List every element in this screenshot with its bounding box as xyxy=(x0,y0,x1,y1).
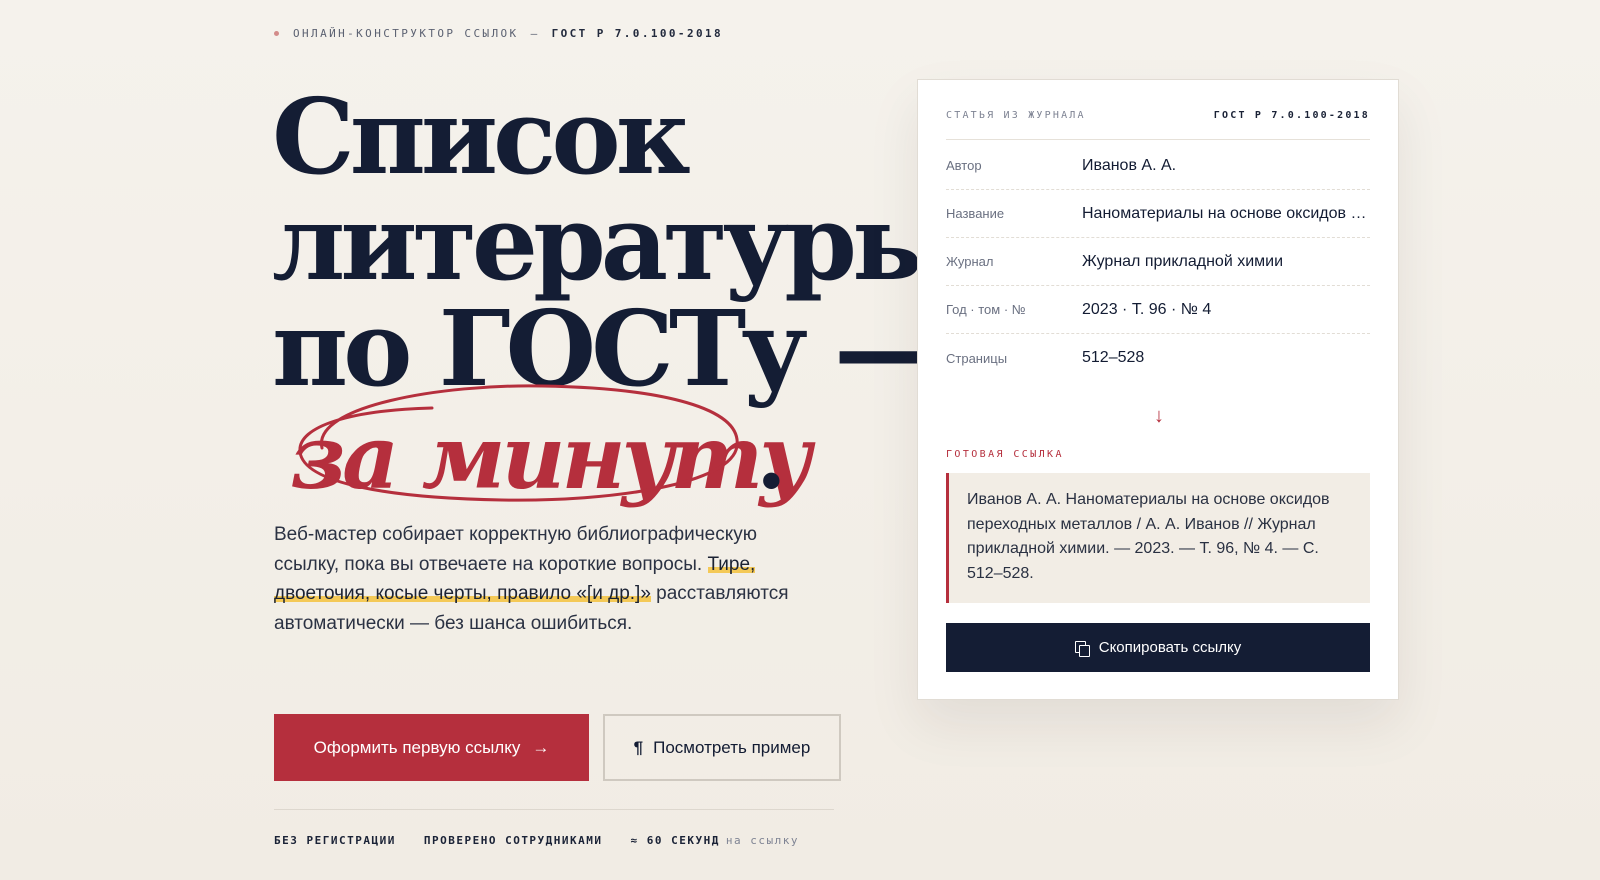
view-example-label: Посмотреть пример xyxy=(653,737,811,757)
card-fields: Автор Иванов А. А. Название Наноматериал… xyxy=(946,142,1370,382)
features-divider xyxy=(274,809,834,810)
card-standard-label: ГОСТ Р 7.0.100-2018 xyxy=(1213,110,1370,121)
eyebrow-dot-icon xyxy=(274,31,279,36)
field-value: Иванов А. А. xyxy=(1082,156,1177,174)
eyebrow-standard: ГОСТ Р 7.0.100-2018 xyxy=(551,27,724,40)
field-value: 512–528 xyxy=(1082,349,1145,366)
arrow-down-icon: ↓ xyxy=(1154,405,1164,427)
field-label: Журнал xyxy=(946,254,994,269)
field-value: Журнал прикладной химии xyxy=(1082,252,1284,270)
field-value: Наноматериалы на основе оксидов переходн… xyxy=(1082,204,1370,222)
field-title: Название Наноматериалы на основе оксидов… xyxy=(946,190,1370,238)
pilcrow-icon: ¶ xyxy=(633,737,644,757)
copy-icon xyxy=(1074,640,1090,657)
card-header: СТАТЬЯ ИЗ ЖУРНАЛА ГОСТ Р 7.0.100-2018 xyxy=(946,110,1370,140)
headline-line-1: Список xyxy=(272,75,691,198)
lead-paragraph: Веб-мастер собирает корректную библиогра… xyxy=(274,520,794,638)
headline-line-2: литературы xyxy=(272,181,956,304)
headline-accent: за минуту xyxy=(290,405,812,509)
field-label: Название xyxy=(946,206,1005,221)
view-example-button[interactable]: ¶ Посмотреть пример xyxy=(603,714,841,781)
eyebrow: ОНЛАЙН-КОНСТРУКТОР ССЫЛОК — ГОСТ Р 7.0.1… xyxy=(274,27,723,40)
ready-reference-label: ГОТОВАЯ ССЫЛКА xyxy=(946,449,1064,460)
field-value: 2023 · Т. 96 · № 4 xyxy=(1082,300,1212,318)
headline-period: . xyxy=(756,405,787,509)
ready-reference-text: Иванов А. А. Наноматериалы на основе окс… xyxy=(946,473,1370,603)
create-first-reference-button[interactable]: Оформить первую ссылку → xyxy=(274,714,589,781)
copy-reference-button[interactable]: Скопировать ссылку xyxy=(946,623,1370,672)
field-label: Автор xyxy=(946,158,982,173)
feature-speed-value: ≈ 60 СЕКУНД xyxy=(630,834,720,847)
create-first-reference-label: Оформить первую ссылку xyxy=(313,737,521,757)
field-pages: Страницы 512–528 xyxy=(946,334,1370,382)
source-type-label: СТАТЬЯ ИЗ ЖУРНАЛА xyxy=(946,110,1086,121)
field-year-volume-issue: Год · том · № 2023 · Т. 96 · № 4 xyxy=(946,286,1370,334)
feature-speed: ≈ 60 СЕКУНД на ссылку xyxy=(631,834,799,847)
arrow-right-icon: → xyxy=(532,737,550,757)
lead-text-start: Веб-мастер собирает корректную библиогра… xyxy=(274,524,757,575)
headline-line-3: по ГОСТу — xyxy=(272,287,938,410)
field-journal: Журнал Журнал прикладной химии xyxy=(946,238,1370,286)
features-list: БЕЗ РЕГИСТРАЦИИ ПРОВЕРЕНО СОТРУДНИКАМИ ≈… xyxy=(274,834,799,847)
field-author: Автор Иванов А. А. xyxy=(946,142,1370,190)
feature-speed-unit: на ссылку xyxy=(725,834,800,847)
feature-no-registration: БЕЗ РЕГИСТРАЦИИ xyxy=(274,834,396,847)
reference-preview-card: СТАТЬЯ ИЗ ЖУРНАЛА ГОСТ Р 7.0.100-2018 Ав… xyxy=(917,79,1399,700)
copy-reference-label: Скопировать ссылку xyxy=(1098,639,1242,656)
page-title: Список литературы по ГОСТу — за минуту . xyxy=(272,75,956,514)
eyebrow-prefix: ОНЛАЙН-КОНСТРУКТОР ССЫЛОК xyxy=(293,27,519,40)
field-label: Год · том · № xyxy=(946,302,1026,317)
feature-verified: ПРОВЕРЕНО СОТРУДНИКАМИ xyxy=(423,834,603,847)
eyebrow-dash: — xyxy=(530,27,540,40)
field-label: Страницы xyxy=(946,350,1008,366)
headline-accent-line: за минуту . xyxy=(272,402,872,514)
